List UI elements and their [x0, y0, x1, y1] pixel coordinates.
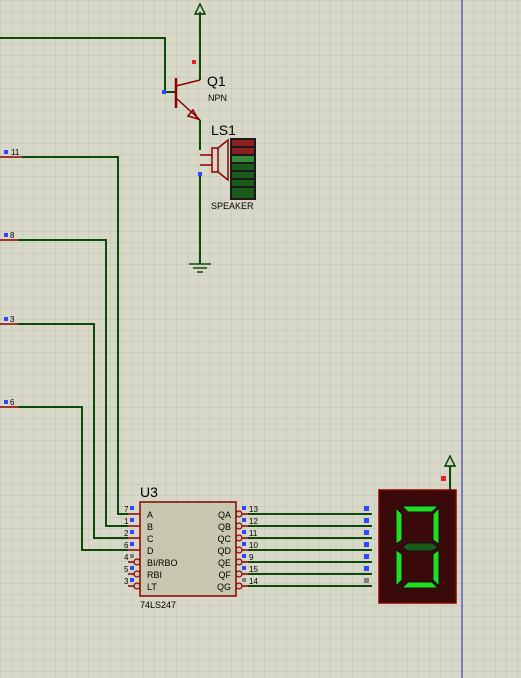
schematic-canvas[interactable]: 11 8 3 6 Q1 NPN LS1 SPEAKER U3 74LS247 7… — [0, 0, 521, 678]
u3-pin-qd-number: 10 — [249, 541, 258, 550]
segment-f — [395, 506, 403, 545]
u3-pin-rbi-number: 5 — [124, 565, 129, 574]
segment-g — [401, 542, 439, 552]
q1-ref-label: Q1 — [207, 73, 226, 89]
u3-pin-a-number: 7 — [124, 505, 129, 514]
u3-pin-c-name: C — [147, 534, 154, 544]
u3-pin-qa-number: 13 — [249, 505, 258, 514]
ls1-value-label: SPEAKER — [211, 201, 254, 211]
u3-pin-a-name: A — [147, 510, 153, 520]
net-pin-label-4: 6 — [10, 398, 15, 407]
ls1-ref-label: LS1 — [211, 122, 236, 138]
u3-pin-c-number: 2 — [124, 529, 129, 538]
u3-pin-qg-number: 14 — [249, 577, 258, 586]
u3-pin-qd-name: QD — [218, 546, 232, 556]
u3-pin-lt-number: 3 — [124, 577, 129, 586]
u3-pin-d-number: 6 — [124, 541, 129, 550]
u3-pin-lt-name: LT — [147, 582, 157, 592]
u3-pin-d-name: D — [147, 546, 154, 556]
u3-pin-qa-name: QA — [218, 510, 231, 520]
u3-pin-qb-number: 12 — [249, 517, 258, 526]
u3-pin-qf-name: QF — [219, 570, 232, 580]
q1-value-label: NPN — [208, 93, 227, 103]
u3-pin-qe-name: QE — [218, 558, 231, 568]
u3-part-label: 74LS247 — [140, 600, 176, 610]
u3-pin-qf-number: 15 — [249, 565, 258, 574]
net-pin-label-2: 8 — [10, 231, 15, 240]
u3-pin-qb-name: QB — [218, 522, 231, 532]
segment-a — [400, 505, 440, 513]
u3-pin-qc-number: 11 — [249, 529, 258, 538]
u3-pin-qg-name: QG — [217, 582, 231, 592]
u3-pin-bi-number: 4 — [124, 553, 129, 562]
u3-pin-bi-name: BI/RBO — [147, 558, 178, 568]
u3-pin-b-number: 1 — [124, 517, 129, 526]
net-pin-label-3: 3 — [10, 315, 15, 324]
u3-ref-label: U3 — [140, 484, 158, 500]
segment-b — [432, 506, 440, 545]
net-pin-label-1: 11 — [11, 148, 20, 157]
u3-pin-rbi-name: RBI — [147, 570, 162, 580]
segment-d — [400, 581, 440, 589]
u3-pin-qe-number: 9 — [249, 553, 254, 562]
segment-c — [432, 549, 440, 588]
u3-pin-b-name: B — [147, 522, 153, 532]
segment-e — [395, 549, 403, 588]
u3-pin-qc-name: QC — [218, 534, 232, 544]
